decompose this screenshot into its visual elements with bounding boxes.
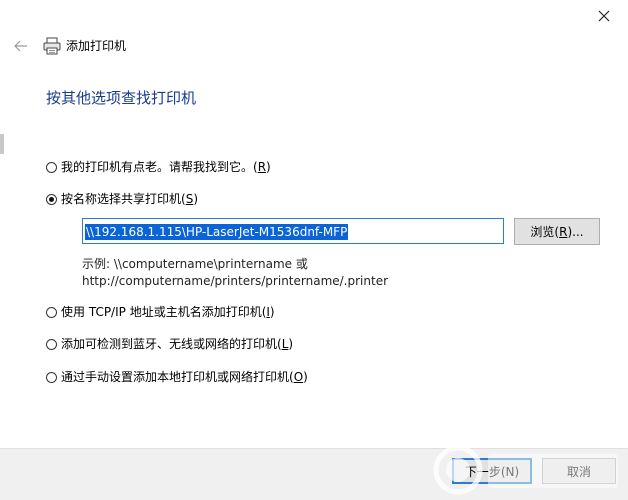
cancel-button[interactable]: 取消 xyxy=(542,458,616,484)
option-old-printer-label: 我的打印机有点老。请帮我找到它。(R) xyxy=(61,160,271,174)
close-button[interactable] xyxy=(588,4,620,28)
browse-key: R xyxy=(559,224,568,239)
option-old-printer[interactable]: 我的打印机有点老。请帮我找到它。(R) xyxy=(46,158,271,176)
window-title: 添加打印机 xyxy=(66,39,127,53)
next-button[interactable]: 下一步(N) xyxy=(452,458,532,484)
radio-shared-printer[interactable] xyxy=(46,193,57,205)
back-button[interactable] xyxy=(10,36,32,56)
footer-bar xyxy=(0,448,628,500)
example-text-line1: 示例: \\computername\printername 或 xyxy=(82,257,308,271)
browse-button[interactable]: 浏览(R)... xyxy=(514,218,600,245)
radio-old-printer[interactable] xyxy=(46,161,57,173)
browse-suffix: )... xyxy=(567,224,584,239)
close-icon xyxy=(598,10,610,22)
printer-icon xyxy=(42,37,62,55)
option-bluetooth-wireless[interactable]: 添加可检测到蓝牙、无线或网络的打印机(L) xyxy=(46,335,293,353)
option-manual-local[interactable]: 通过手动设置添加本地打印机或网络打印机(O) xyxy=(46,368,308,386)
option-manual-local-label: 通过手动设置添加本地打印机或网络打印机(O) xyxy=(61,370,308,384)
option-shared-printer-label: 按名称选择共享打印机(S) xyxy=(61,192,198,206)
option-shared-printer[interactable]: 按名称选择共享打印机(S) xyxy=(46,190,198,208)
option-tcpip-label: 使用 TCP/IP 地址或主机名添加打印机(I) xyxy=(61,305,275,319)
back-arrow-icon xyxy=(14,40,27,52)
option-tcpip[interactable]: 使用 TCP/IP 地址或主机名添加打印机(I) xyxy=(46,303,275,321)
left-edge-indicator xyxy=(0,134,4,154)
browse-label: 浏览( xyxy=(530,225,560,239)
radio-tcpip[interactable] xyxy=(46,306,57,318)
example-text-line2: http://computername/printers/printername… xyxy=(82,274,389,288)
selected-path-text: \\192.168.1.115\HP-LaserJet-M1536dnf-MFP xyxy=(85,224,349,240)
option-bluetooth-wireless-label: 添加可检测到蓝牙、无线或网络的打印机(L) xyxy=(61,337,294,351)
radio-manual-local[interactable] xyxy=(46,371,57,383)
printer-path-input[interactable]: \\192.168.1.115\HP-LaserJet-M1536dnf-MFP xyxy=(82,218,504,244)
radio-bluetooth-wireless[interactable] xyxy=(46,338,57,350)
page-heading: 按其他选项查找打印机 xyxy=(46,89,197,107)
